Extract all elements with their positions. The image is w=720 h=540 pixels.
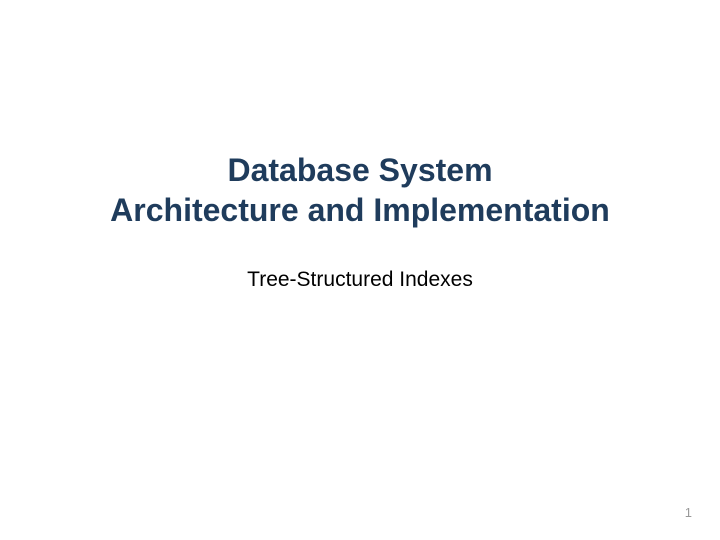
page-number: 1 [685,505,692,520]
slide-title: Database System Architecture and Impleme… [0,150,720,230]
slide-container: Database System Architecture and Impleme… [0,0,720,540]
title-line-2: Architecture and Implementation [110,192,610,228]
slide-subtitle: Tree-Structured Indexes [0,268,720,292]
title-line-1: Database System [227,152,492,188]
